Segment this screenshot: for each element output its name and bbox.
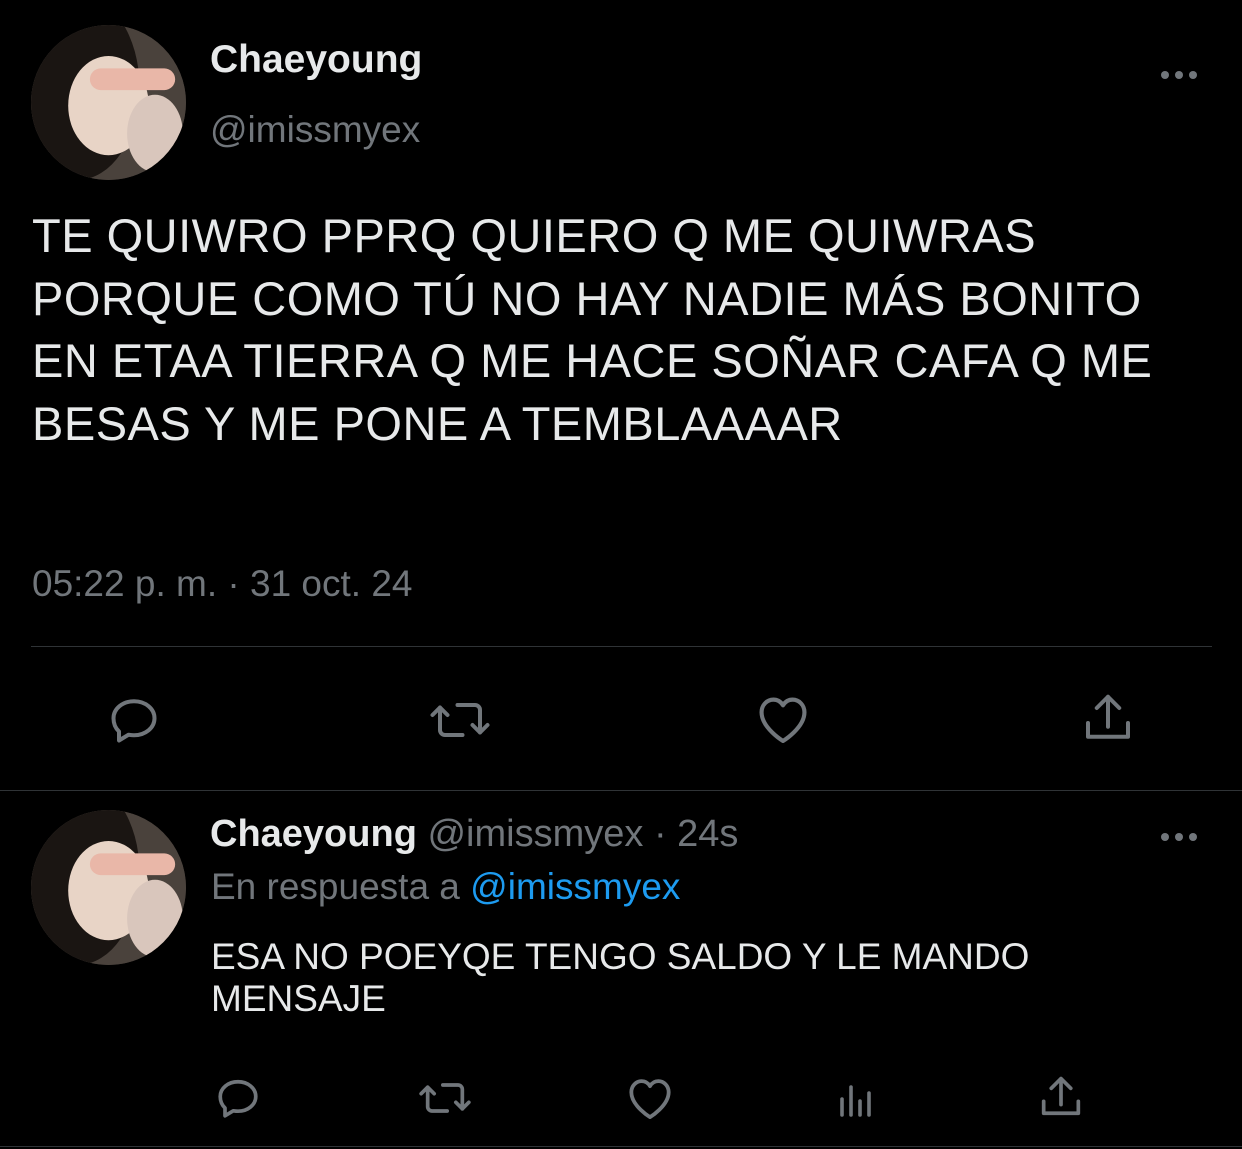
- retweet-icon[interactable]: [427, 690, 493, 750]
- author-name[interactable]: Chaeyoung: [210, 38, 422, 82]
- avatar[interactable]: [31, 810, 186, 965]
- divider: [0, 790, 1242, 791]
- in-reply-to: En respuesta a @imissmyex: [211, 866, 680, 908]
- reply-header: Chaeyoung @imissmyex · 24s: [210, 813, 738, 856]
- tweet-timestamp[interactable]: 05:22 p. m. · 31 oct. 24: [32, 563, 413, 605]
- divider: [31, 646, 1212, 647]
- tweet-text: ESA NO POEYQE TENGO SALDO Y LE MANDO MEN…: [211, 936, 1040, 1019]
- avatar[interactable]: [31, 25, 186, 180]
- analytics-icon[interactable]: [832, 1075, 880, 1123]
- share-icon[interactable]: [1035, 1071, 1087, 1123]
- more-options-icon[interactable]: [1158, 64, 1200, 86]
- meta-separator: ·: [653, 813, 667, 855]
- share-icon[interactable]: [1078, 688, 1138, 748]
- author-handle[interactable]: @imissmyex: [210, 109, 420, 151]
- in-reply-to-handle[interactable]: @imissmyex: [470, 866, 680, 907]
- like-icon[interactable]: [623, 1071, 677, 1125]
- tweet-time[interactable]: 24s: [677, 813, 738, 855]
- reply-icon[interactable]: [212, 1072, 264, 1124]
- like-icon[interactable]: [752, 688, 814, 750]
- retweet-icon[interactable]: [416, 1072, 474, 1124]
- more-options-icon[interactable]: [1158, 826, 1200, 848]
- author-name[interactable]: Chaeyoung: [210, 813, 417, 855]
- reply-icon[interactable]: [104, 690, 164, 750]
- tweet-text: TE QUIWRO PPRQ QUIERO Q ME QUIWRAS PORQU…: [32, 209, 1166, 450]
- in-reply-to-label: En respuesta a: [211, 866, 460, 907]
- author-handle[interactable]: @imissmyex: [427, 813, 643, 855]
- divider: [0, 1146, 1242, 1147]
